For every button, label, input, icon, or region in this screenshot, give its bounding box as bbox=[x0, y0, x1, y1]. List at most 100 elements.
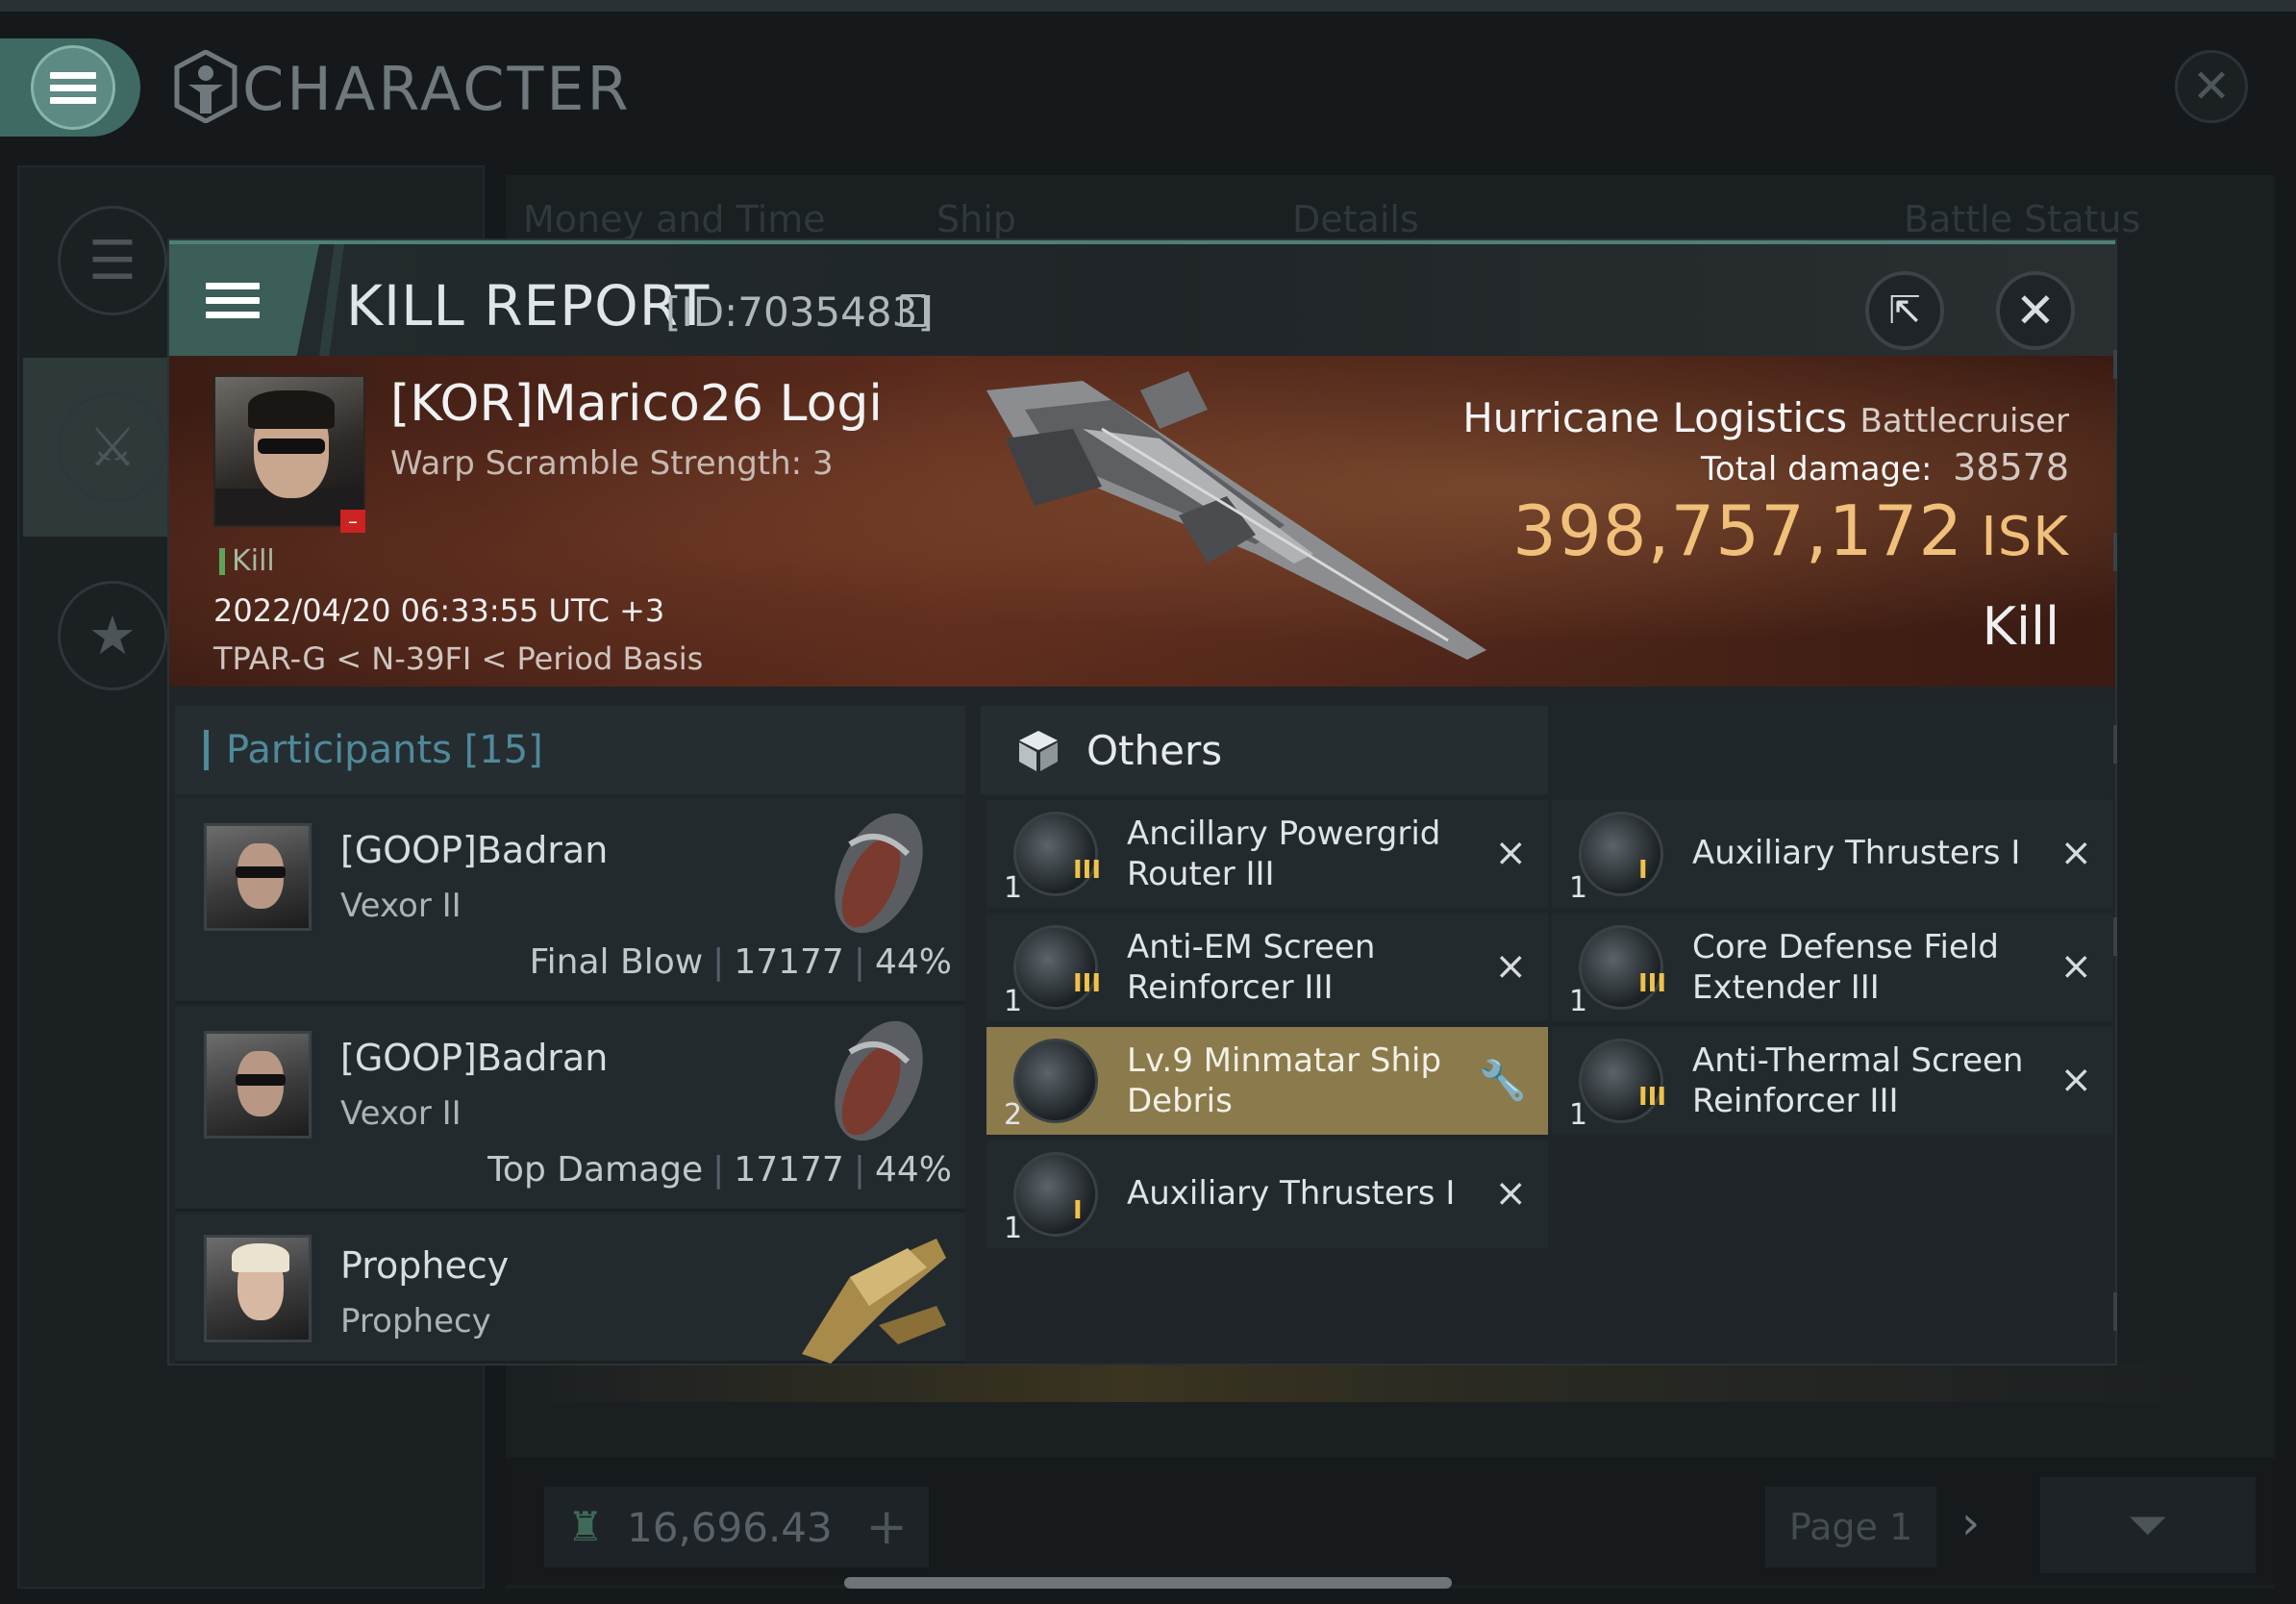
ship-class: Battlecruiser bbox=[1859, 402, 2069, 440]
isk-icon: ♜ bbox=[567, 1503, 604, 1550]
participant-damage: 17177 bbox=[734, 1150, 844, 1190]
modal-menu-button[interactable] bbox=[169, 244, 319, 356]
kill-tag-label: Kill bbox=[232, 544, 275, 578]
others-header-spacer bbox=[1552, 706, 2109, 794]
participant-name: [GOOP]Badran bbox=[340, 1037, 609, 1079]
participant-name: Prophecy bbox=[340, 1244, 510, 1287]
victim-name[interactable]: [KOR]Marico26 Logi bbox=[390, 375, 883, 433]
participants-title: Participants [15] bbox=[226, 728, 543, 772]
participant-row[interactable]: Prophecy Prophecy bbox=[175, 1214, 965, 1364]
close-icon[interactable]: ✕ bbox=[2175, 50, 2248, 123]
menu-icon bbox=[31, 45, 115, 130]
item-tier: III bbox=[1073, 969, 1102, 998]
horizontal-scrollbar[interactable] bbox=[844, 1577, 1452, 1589]
column-header-money[interactable]: Money and Time bbox=[523, 198, 826, 240]
vexor-ship-icon bbox=[835, 813, 923, 934]
victim-portrait[interactable] bbox=[213, 375, 365, 527]
filter-button[interactable]: ⏷ bbox=[2040, 1477, 2256, 1573]
item-row[interactable]: III 1 Core Defense Field Extender III × bbox=[1552, 914, 2113, 1021]
item-name: Anti-Thermal Screen Reinforcer III bbox=[1692, 1041, 2024, 1120]
isk-amount: 398,757,172 bbox=[1512, 490, 1964, 571]
item-name: Anti-EM Screen Reinforcer III bbox=[1127, 928, 1376, 1007]
isk-value: 398,757,172 ISK bbox=[1512, 490, 2069, 571]
item-name: Ancillary Powergrid Router III bbox=[1127, 815, 1441, 893]
item-name: Auxiliary Thrusters I bbox=[1127, 1174, 1456, 1213]
participant-stats: Top Damage | 17177 | 44% bbox=[487, 1150, 952, 1190]
destroyed-icon: × bbox=[1494, 831, 1527, 875]
participant-role: Top Damage bbox=[487, 1150, 704, 1190]
ship-name[interactable]: Hurricane Logistics Battlecruiser bbox=[1462, 394, 2069, 441]
kill-location: TPAR-G < N-39FI < Period Basis bbox=[213, 640, 704, 677]
isk-unit: ISK bbox=[1981, 506, 2069, 568]
top-bar bbox=[0, 0, 2296, 12]
item-quantity: 1 bbox=[1569, 871, 1588, 905]
copy-icon[interactable] bbox=[900, 294, 927, 327]
participants-panel: Participants [15] [GOOP]Badran Vexor II … bbox=[175, 706, 965, 1364]
item-row-highlighted[interactable]: 2 Lv.9 Minmatar Ship Debris 🔧 bbox=[986, 1027, 1548, 1135]
close-icon[interactable]: ✕ bbox=[1996, 271, 2075, 350]
item-quantity: 1 bbox=[1004, 1212, 1023, 1245]
kill-timestamp: 2022/04/20 06:33:55 UTC +3 bbox=[213, 592, 665, 629]
next-page-button[interactable]: › bbox=[1961, 1496, 1980, 1550]
others-header: Others bbox=[981, 706, 1548, 794]
kill-report-modal: KILL REPORT [ID:7035483] ⇱ ✕ – [KOR]Mari… bbox=[169, 240, 2117, 1364]
list-icon[interactable]: ☰ bbox=[58, 206, 167, 315]
participant-percent: 44% bbox=[874, 1150, 952, 1190]
balance-value: 16,696.43 bbox=[627, 1503, 833, 1551]
hostile-badge: – bbox=[340, 510, 365, 533]
crossed-swords-icon[interactable]: ⚔ bbox=[58, 392, 167, 502]
column-header-ship[interactable]: Ship bbox=[936, 198, 1016, 240]
item-row[interactable]: I 1 Auxiliary Thrusters I × bbox=[986, 1140, 1548, 1248]
scroll-indicator bbox=[2113, 917, 2117, 956]
balance-display: ♜ 16,696.43 + bbox=[544, 1487, 929, 1567]
scroll-indicator bbox=[2113, 1292, 2117, 1331]
cargo-box-icon bbox=[1019, 731, 1058, 771]
column-header-battle-status[interactable]: Battle Status bbox=[1904, 198, 2140, 240]
page-indicator: Page 1 bbox=[1765, 1487, 1936, 1567]
item-quantity: 1 bbox=[1569, 985, 1588, 1018]
destroyed-icon: × bbox=[2059, 831, 2092, 875]
participant-portrait bbox=[204, 823, 312, 931]
item-row[interactable]: III 1 Anti-Thermal Screen Reinforcer III… bbox=[1552, 1027, 2113, 1135]
item-row[interactable]: I 1 Auxiliary Thrusters I × bbox=[1552, 800, 2113, 908]
ship-name-label: Hurricane Logistics bbox=[1462, 394, 1848, 441]
item-name: Auxiliary Thrusters I bbox=[1692, 834, 2021, 872]
warp-scramble-strength: Warp Scramble Strength: 3 bbox=[390, 444, 834, 483]
add-balance-button[interactable]: + bbox=[865, 1498, 908, 1556]
item-name: Lv.9 Minmatar Ship Debris bbox=[1127, 1041, 1442, 1120]
share-icon[interactable]: ⇱ bbox=[1865, 271, 1944, 350]
participant-name: [GOOP]Badran bbox=[340, 829, 609, 871]
participant-row[interactable]: [GOOP]Badran Vexor II Final Blow | 17177 | 4… bbox=[175, 798, 965, 1004]
total-damage-value: 38578 bbox=[1953, 446, 2069, 489]
page-title: CHARACTER bbox=[242, 54, 632, 124]
participant-damage: 17177 bbox=[734, 942, 844, 982]
debris-icon bbox=[1013, 1039, 1098, 1123]
main-menu-button[interactable] bbox=[0, 38, 140, 137]
star-badge-icon[interactable]: ★ bbox=[58, 581, 167, 690]
modal-title: KILL REPORT bbox=[346, 273, 711, 338]
scroll-indicator bbox=[2113, 350, 2117, 379]
participant-portrait bbox=[204, 1235, 312, 1342]
item-tier: III bbox=[1073, 856, 1102, 885]
item-tier: I bbox=[1073, 1196, 1083, 1225]
others-title: Others bbox=[1086, 726, 1223, 774]
item-tier: III bbox=[1638, 1083, 1667, 1112]
menu-icon bbox=[206, 275, 260, 326]
participant-row[interactable]: [GOOP]Badran Vexor II Top Damage | 17177 | 4… bbox=[175, 1006, 965, 1212]
item-quantity: 1 bbox=[1004, 871, 1023, 905]
participant-ship: Prophecy bbox=[340, 1302, 491, 1341]
item-quantity: 1 bbox=[1004, 985, 1023, 1018]
item-row[interactable]: III 1 Ancillary Powergrid Router III × bbox=[986, 800, 1548, 908]
thruster-icon bbox=[1013, 1152, 1098, 1237]
item-row[interactable]: III 1 Anti-EM Screen Reinforcer III × bbox=[986, 914, 1548, 1021]
ship-image bbox=[986, 371, 1486, 660]
kill-tag: Kill bbox=[213, 544, 275, 578]
item-tier: I bbox=[1638, 856, 1648, 885]
participant-ship: Vexor II bbox=[340, 1094, 462, 1133]
column-header-details[interactable]: Details bbox=[1292, 198, 1419, 240]
participants-header[interactable]: Participants [15] bbox=[175, 706, 965, 794]
destroyed-icon: × bbox=[1494, 1171, 1527, 1216]
wrench-icon[interactable]: 🔧 bbox=[1479, 1058, 1527, 1103]
item-quantity: 1 bbox=[1569, 1098, 1588, 1132]
background-row bbox=[508, 1362, 2275, 1402]
